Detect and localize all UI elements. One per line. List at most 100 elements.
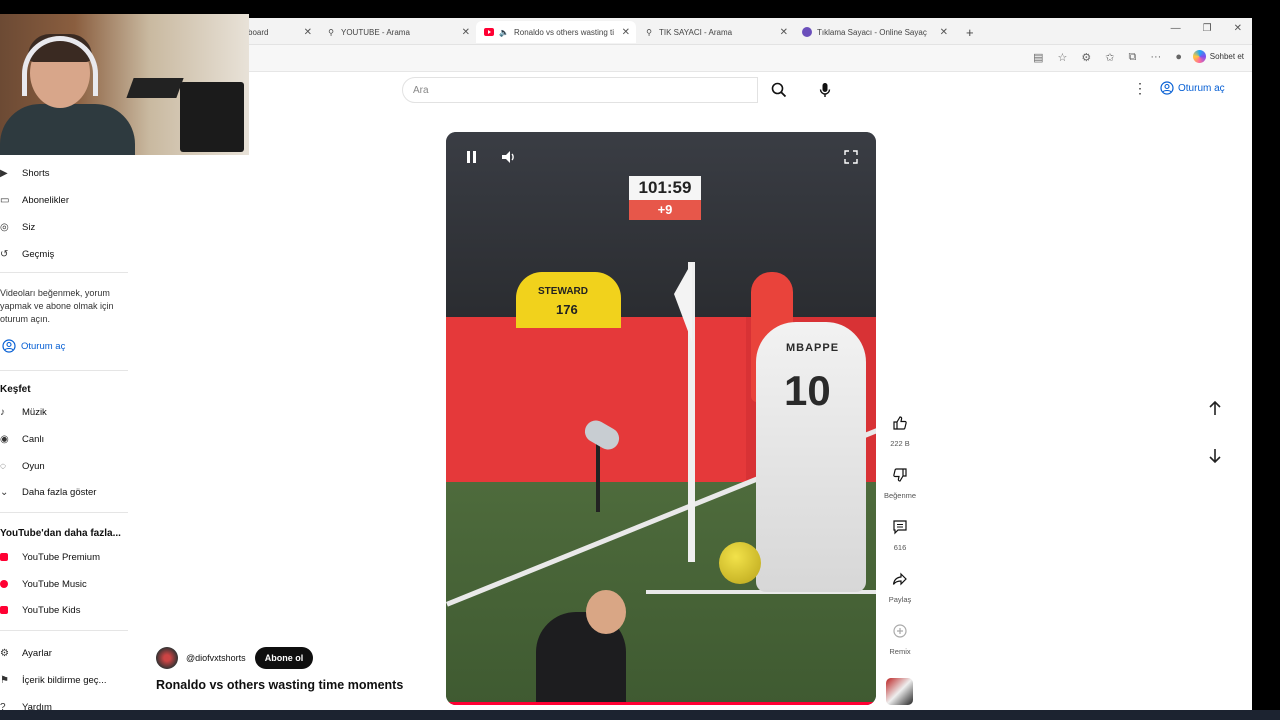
sidebar-item-settings[interactable]: ⚙ Ayarlar bbox=[0, 644, 52, 662]
new-tab-button[interactable]: + bbox=[958, 21, 980, 43]
close-icon[interactable]: ✕ bbox=[304, 27, 312, 38]
remix-icon bbox=[887, 618, 913, 644]
sidebar-item-report-history[interactable]: ⚑ İçerik bildirme geç... bbox=[0, 671, 106, 689]
divider bbox=[0, 630, 128, 631]
arrow-down-icon bbox=[1209, 449, 1221, 464]
added-time: +9 bbox=[629, 200, 701, 220]
sidebar-item-youtube-music[interactable]: YouTube Music bbox=[0, 575, 87, 593]
minimize-icon[interactable]: — bbox=[1171, 23, 1181, 34]
remix-button[interactable]: Remix bbox=[880, 618, 920, 656]
close-icon[interactable]: ✕ bbox=[780, 27, 788, 38]
sidebar-item-label: YouTube Kids bbox=[22, 604, 81, 616]
settings-menu-icon[interactable]: ⋮ bbox=[1133, 81, 1147, 95]
sound-avatar[interactable] bbox=[886, 678, 913, 705]
remix-label: Remix bbox=[889, 647, 911, 656]
sidebar-item-label: YouTube Premium bbox=[22, 551, 100, 563]
sidebar-item-gaming[interactable]: ◌ Oyun bbox=[0, 457, 45, 475]
tab-tiklama-sayaci[interactable]: Tıklama Sayacı - Online Sayaç ✕ bbox=[794, 21, 954, 43]
split-icon[interactable]: ⧉ bbox=[1128, 51, 1136, 64]
account-icon bbox=[1160, 81, 1174, 95]
video-player: MBAPPE 10 bbox=[756, 322, 866, 592]
tab-tik-sayaci[interactable]: ⚲ TIK SAYACI - Arama ✕ bbox=[636, 21, 794, 43]
close-icon[interactable]: ✕ bbox=[622, 27, 630, 38]
clock-time: 101:59 bbox=[629, 176, 701, 200]
extension-icon[interactable]: ⚙ bbox=[1081, 51, 1091, 64]
tab-youtube-arama[interactable]: ⚲ YOUTUBE - Arama ✕ bbox=[318, 21, 476, 43]
close-window-icon[interactable]: ✕ bbox=[1234, 23, 1242, 34]
maximize-icon[interactable]: ❐ bbox=[1203, 23, 1212, 34]
sidebar-item-label: Geçmiş bbox=[22, 248, 55, 260]
sidebar-signin-button[interactable]: Oturum aç bbox=[2, 337, 65, 355]
divider bbox=[0, 512, 128, 513]
signin-button[interactable]: Oturum aç bbox=[1160, 77, 1225, 99]
you-icon: ◎ bbox=[0, 221, 9, 233]
youtube-kids-icon bbox=[0, 606, 22, 614]
volume-icon[interactable] bbox=[501, 150, 517, 167]
tab-board[interactable]: board ✕ bbox=[240, 21, 318, 43]
channel-avatar[interactable] bbox=[156, 647, 178, 669]
signin-prompt: Videoları beğenmek, yorum yapmak ve abon… bbox=[0, 288, 114, 324]
previous-video-button[interactable] bbox=[1203, 396, 1227, 420]
sidebar-item-you[interactable]: ◎ Siz bbox=[0, 218, 35, 236]
window-controls: — ❐ ✕ bbox=[1171, 23, 1242, 34]
shorts-video-player[interactable]: STEWARD 176 MBAPPE 10 101:59 +9 bbox=[446, 132, 876, 705]
favorites-icon[interactable]: ✩ bbox=[1105, 51, 1114, 64]
sidebar-item-live[interactable]: ◉ Canlı bbox=[0, 430, 44, 448]
sidebar-item-help[interactable]: ? Yardım bbox=[0, 698, 52, 711]
share-button[interactable]: Paylaş bbox=[880, 566, 920, 604]
reader-icon[interactable]: ▤ bbox=[1033, 51, 1043, 64]
close-icon[interactable]: ✕ bbox=[940, 27, 948, 38]
tab-label: YOUTUBE - Arama bbox=[341, 27, 410, 37]
microphone-icon bbox=[819, 83, 831, 97]
close-icon[interactable]: ✕ bbox=[462, 27, 470, 38]
next-video-button[interactable] bbox=[1203, 444, 1227, 468]
favorite-star-icon[interactable]: ☆ bbox=[1058, 51, 1068, 64]
copilot-chat-button[interactable]: Sohbet et bbox=[1192, 50, 1244, 63]
youtube-premium-icon bbox=[0, 553, 22, 561]
sidebar-item-label: Ayarlar bbox=[22, 647, 52, 659]
sidebar-item-music[interactable]: ♪ Müzik bbox=[0, 403, 47, 421]
video-progress-bar[interactable] bbox=[446, 702, 876, 705]
chevron-down-icon: ⌄ bbox=[0, 486, 9, 498]
live-icon: ◉ bbox=[0, 433, 9, 445]
profile-icon[interactable]: ● bbox=[1175, 51, 1182, 64]
fullscreen-icon[interactable] bbox=[844, 150, 858, 167]
player-number: 10 bbox=[784, 367, 831, 414]
subscribe-button[interactable]: Abone ol bbox=[255, 647, 313, 669]
sidebar-item-show-more[interactable]: ⌄ Daha fazla göster bbox=[0, 483, 96, 501]
copilot-icon bbox=[1192, 50, 1206, 63]
sidebar-item-history[interactable]: ↺ Geçmiş bbox=[0, 245, 54, 263]
music-icon: ♪ bbox=[0, 406, 5, 418]
dislike-button[interactable]: Beğenme bbox=[880, 462, 920, 500]
youtube-music-icon bbox=[0, 580, 22, 588]
gaming-icon: ◌ bbox=[0, 460, 6, 472]
comment-count: 616 bbox=[893, 543, 907, 552]
tab-label: board bbox=[248, 27, 269, 37]
video-title[interactable]: Ronaldo vs others wasting time moments bbox=[156, 678, 403, 692]
more-icon[interactable]: ··· bbox=[1150, 51, 1161, 64]
webcam-overlay bbox=[0, 14, 249, 155]
pause-icon[interactable] bbox=[466, 150, 478, 167]
channel-handle[interactable]: @diofvxtshorts bbox=[186, 653, 246, 663]
speaker-icon[interactable]: 🔈 bbox=[499, 27, 509, 37]
thumbs-down-icon bbox=[887, 462, 913, 488]
video-clock: 101:59 +9 bbox=[629, 176, 701, 226]
video-ball bbox=[719, 542, 761, 584]
player-name: MBAPPE bbox=[786, 342, 840, 354]
sidebar-item-shorts[interactable]: ▶ Shorts bbox=[0, 164, 49, 182]
screen-edge bbox=[1252, 18, 1280, 710]
sidebar-item-youtube-kids[interactable]: YouTube Kids bbox=[0, 601, 80, 619]
sidebar-item-subscriptions[interactable]: ▭ Abonelikler bbox=[0, 191, 69, 209]
sidebar-item-youtube-premium[interactable]: YouTube Premium bbox=[0, 548, 100, 566]
like-button[interactable]: 222 B bbox=[880, 410, 920, 448]
tab-ronaldo-video[interactable]: 🔈 Ronaldo vs others wasting ti ✕ bbox=[476, 21, 636, 43]
voice-search-button[interactable] bbox=[812, 78, 838, 102]
youtube-icon bbox=[484, 27, 494, 37]
comments-button[interactable]: 616 bbox=[880, 514, 920, 552]
more-from-youtube-heading: YouTube'dan daha fazla... bbox=[0, 528, 121, 539]
search-button[interactable] bbox=[764, 78, 794, 102]
tab-label: TIK SAYACI - Arama bbox=[659, 27, 733, 37]
share-icon bbox=[887, 566, 913, 592]
sidebar-item-label: Canlı bbox=[22, 433, 45, 445]
search-input[interactable]: Ara bbox=[402, 77, 758, 103]
